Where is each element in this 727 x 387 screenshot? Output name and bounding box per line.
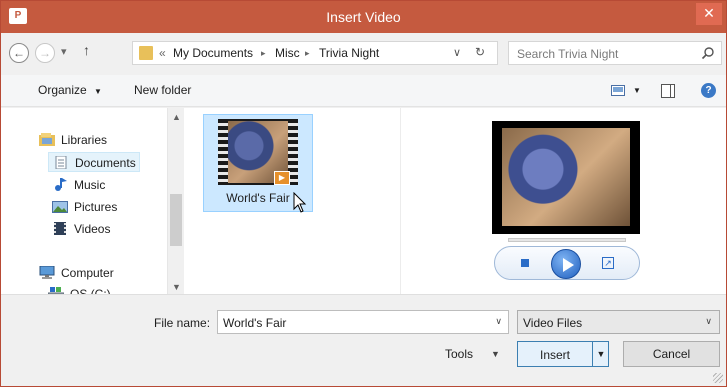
preview-frame-image bbox=[502, 128, 630, 226]
video-file-badge-icon: ▶ bbox=[274, 171, 290, 185]
forward-button[interactable]: → bbox=[35, 43, 55, 63]
insert-options-arrow-icon[interactable]: ▼ bbox=[592, 342, 609, 366]
preview-progress-bar[interactable] bbox=[508, 238, 626, 242]
recent-locations-button[interactable]: ▾ bbox=[61, 45, 67, 58]
organize-label: Organize bbox=[38, 83, 87, 97]
navigation-scrollbar[interactable]: ▲ ▼ bbox=[167, 108, 184, 294]
breadcrumb-overflow[interactable]: « bbox=[159, 46, 166, 60]
media-controls: ↗ bbox=[494, 246, 640, 280]
preview-pane-icon[interactable] bbox=[661, 84, 675, 98]
file-list: ▶ World's Fair bbox=[185, 108, 401, 294]
tree-item-libraries[interactable]: Libraries bbox=[39, 130, 159, 150]
cancel-button[interactable]: Cancel bbox=[623, 341, 720, 367]
breadcrumb-my-documents[interactable]: My Documents bbox=[173, 46, 253, 60]
resize-grip[interactable] bbox=[713, 373, 723, 383]
command-toolbar: Organize ▼ New folder ▼ ? bbox=[1, 75, 726, 107]
address-bar[interactable]: « My Documents ▸ Misc ▸ Trivia Night ∨ ↻ bbox=[132, 41, 498, 65]
breadcrumb-misc[interactable]: Misc bbox=[275, 46, 300, 60]
close-button[interactable]: ✕ bbox=[696, 3, 722, 25]
tree-item-label: Libraries bbox=[61, 133, 108, 147]
film-strip-left bbox=[218, 119, 228, 185]
search-input[interactable]: Search Trivia Night bbox=[508, 41, 722, 65]
file-name-dropdown-icon[interactable]: ∨ bbox=[495, 316, 502, 327]
organize-button[interactable]: Organize ▼ bbox=[38, 83, 102, 97]
breadcrumb-separator[interactable]: ▸ bbox=[261, 48, 266, 59]
organize-arrow-icon: ▼ bbox=[94, 87, 102, 96]
insert-button[interactable]: Insert ▼ bbox=[517, 341, 609, 367]
tree-item-label: Music bbox=[74, 178, 106, 192]
up-button[interactable]: ↑ bbox=[83, 42, 90, 58]
pictures-icon bbox=[52, 201, 68, 213]
scroll-down-icon[interactable]: ▼ bbox=[172, 282, 181, 292]
file-type-select[interactable]: Video Files ∨ bbox=[517, 310, 720, 334]
tree-item-computer[interactable]: Computer bbox=[39, 263, 159, 283]
insert-label: Insert bbox=[539, 348, 570, 362]
navigation-pane: Libraries Documents Music Pictures Video… bbox=[1, 108, 167, 296]
video-preview bbox=[492, 121, 640, 234]
tree-item-videos[interactable]: Videos bbox=[52, 219, 152, 239]
tree-item-label: Videos bbox=[74, 222, 111, 236]
breadcrumb-separator[interactable]: ▸ bbox=[305, 48, 310, 59]
music-icon bbox=[55, 178, 67, 191]
expand-icon[interactable]: ↗ bbox=[602, 257, 614, 269]
stop-icon[interactable] bbox=[521, 259, 529, 267]
back-button[interactable]: ← bbox=[9, 43, 29, 63]
tree-item-music[interactable]: Music bbox=[52, 175, 152, 195]
mouse-cursor-icon bbox=[293, 192, 307, 213]
dialog-footer: File name: World's Fair ∨ Video Files ∨ … bbox=[1, 294, 726, 386]
preview-pane: ↗ bbox=[401, 108, 726, 294]
new-folder-button[interactable]: New folder bbox=[134, 83, 191, 97]
tools-button[interactable]: Tools bbox=[445, 347, 473, 361]
scroll-up-icon[interactable]: ▲ bbox=[172, 112, 181, 122]
computer-icon bbox=[39, 266, 55, 279]
videos-icon bbox=[54, 222, 66, 235]
play-icon bbox=[563, 258, 574, 272]
browser-body: Libraries Documents Music Pictures Video… bbox=[1, 108, 726, 296]
dialog-title: Insert Video bbox=[326, 9, 401, 25]
breadcrumb-trivia-night[interactable]: Trivia Night bbox=[319, 46, 379, 60]
file-type-dropdown-icon: ∨ bbox=[705, 316, 712, 326]
file-type-value: Video Files bbox=[523, 316, 583, 330]
file-name-field[interactable]: World's Fair ∨ bbox=[217, 310, 509, 334]
tree-item-label: Pictures bbox=[74, 200, 118, 214]
file-name-field-label: File name: bbox=[154, 316, 211, 330]
change-view-icon[interactable] bbox=[611, 85, 625, 96]
tree-item-label: Documents bbox=[75, 156, 136, 170]
navigation-bar: ← → ▾ ↑ « My Documents ▸ Misc ▸ Trivia N… bbox=[1, 33, 726, 75]
refresh-icon[interactable]: ↻ bbox=[475, 45, 485, 59]
libraries-icon bbox=[39, 133, 55, 146]
search-placeholder: Search Trivia Night bbox=[517, 47, 619, 61]
play-button[interactable] bbox=[551, 249, 581, 279]
file-name-value: World's Fair bbox=[223, 316, 287, 330]
address-dropdown-icon[interactable]: ∨ bbox=[453, 46, 461, 59]
tree-item-label: Computer bbox=[61, 266, 114, 280]
folder-icon bbox=[139, 46, 153, 60]
tools-arrow-icon[interactable]: ▼ bbox=[491, 349, 500, 359]
view-options-arrow-icon[interactable]: ▼ bbox=[633, 86, 641, 95]
help-icon[interactable]: ? bbox=[701, 83, 716, 98]
tree-item-documents[interactable]: Documents bbox=[48, 152, 140, 172]
insert-video-dialog: P Insert Video ✕ ← → ▾ ↑ « My Documents … bbox=[0, 0, 727, 387]
title-bar: P Insert Video ✕ bbox=[1, 1, 726, 33]
scroll-thumb[interactable] bbox=[170, 194, 182, 246]
tree-item-pictures[interactable]: Pictures bbox=[52, 197, 152, 217]
documents-icon bbox=[55, 156, 67, 169]
search-icon[interactable] bbox=[701, 46, 715, 60]
